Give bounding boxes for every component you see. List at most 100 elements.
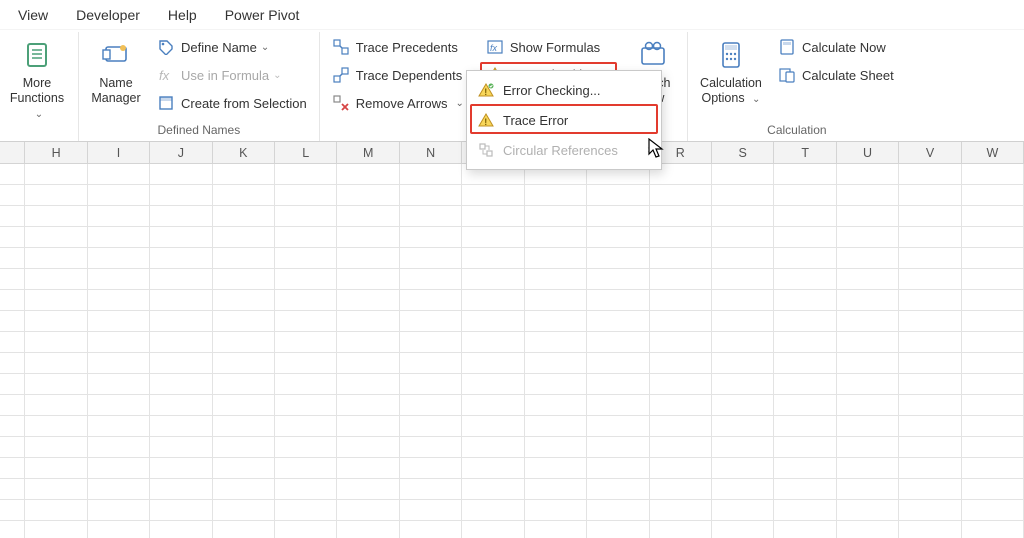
cell[interactable] xyxy=(650,269,712,290)
cell[interactable] xyxy=(400,437,462,458)
cell[interactable] xyxy=(213,332,275,353)
cell[interactable] xyxy=(587,311,649,332)
cell[interactable] xyxy=(962,185,1024,206)
cell[interactable] xyxy=(774,332,836,353)
cell[interactable] xyxy=(774,458,836,479)
cell[interactable] xyxy=(337,458,399,479)
cell[interactable] xyxy=(337,332,399,353)
cell[interactable] xyxy=(712,437,774,458)
cell[interactable] xyxy=(962,269,1024,290)
cell[interactable] xyxy=(650,437,712,458)
cell[interactable] xyxy=(962,206,1024,227)
menu-power-pivot[interactable]: Power Pivot xyxy=(215,3,310,27)
cell[interactable] xyxy=(837,332,899,353)
cell[interactable] xyxy=(25,374,87,395)
cell[interactable] xyxy=(337,311,399,332)
cell[interactable] xyxy=(899,206,961,227)
cell[interactable] xyxy=(837,311,899,332)
cell[interactable] xyxy=(712,500,774,521)
cell[interactable] xyxy=(650,311,712,332)
col-header[interactable]: I xyxy=(88,142,150,163)
cell[interactable] xyxy=(587,206,649,227)
menu-developer[interactable]: Developer xyxy=(66,3,150,27)
remove-arrows-button[interactable]: Remove Arrows ⌄ xyxy=(326,90,470,116)
cell[interactable] xyxy=(150,206,212,227)
cell[interactable] xyxy=(88,290,150,311)
cell[interactable] xyxy=(0,521,25,538)
cell[interactable] xyxy=(275,332,337,353)
cell[interactable] xyxy=(712,479,774,500)
cell[interactable] xyxy=(462,185,524,206)
cell[interactable] xyxy=(525,311,587,332)
cell[interactable] xyxy=(774,395,836,416)
cell[interactable] xyxy=(962,395,1024,416)
cell[interactable] xyxy=(150,290,212,311)
cell[interactable] xyxy=(837,206,899,227)
cell[interactable] xyxy=(962,332,1024,353)
cell[interactable] xyxy=(462,500,524,521)
cell[interactable] xyxy=(275,164,337,185)
cell[interactable] xyxy=(899,227,961,248)
cell[interactable] xyxy=(150,458,212,479)
cell[interactable] xyxy=(150,164,212,185)
cell[interactable] xyxy=(337,290,399,311)
cell[interactable] xyxy=(213,395,275,416)
cell[interactable] xyxy=(88,206,150,227)
col-header[interactable]: W xyxy=(962,142,1024,163)
cell[interactable] xyxy=(150,332,212,353)
cell[interactable] xyxy=(213,290,275,311)
cell[interactable] xyxy=(25,185,87,206)
cell[interactable] xyxy=(0,395,25,416)
cell[interactable] xyxy=(275,206,337,227)
cell[interactable] xyxy=(337,185,399,206)
cell[interactable] xyxy=(275,353,337,374)
cell[interactable] xyxy=(650,206,712,227)
cell[interactable] xyxy=(899,479,961,500)
cell[interactable] xyxy=(275,227,337,248)
cell[interactable] xyxy=(774,269,836,290)
cell[interactable] xyxy=(525,374,587,395)
trace-precedents-button[interactable]: Trace Precedents xyxy=(326,34,470,60)
cell[interactable] xyxy=(712,206,774,227)
dropdown-trace-error[interactable]: ! Trace Error xyxy=(467,105,661,135)
cell[interactable] xyxy=(774,248,836,269)
cell[interactable] xyxy=(0,290,25,311)
cell[interactable] xyxy=(275,416,337,437)
cell[interactable] xyxy=(587,353,649,374)
cell[interactable] xyxy=(400,332,462,353)
cell[interactable] xyxy=(650,290,712,311)
cell[interactable] xyxy=(712,185,774,206)
cell[interactable] xyxy=(337,521,399,538)
cell[interactable] xyxy=(462,395,524,416)
cell[interactable] xyxy=(88,521,150,538)
cell[interactable] xyxy=(462,458,524,479)
cell[interactable] xyxy=(25,500,87,521)
cell[interactable] xyxy=(25,521,87,538)
cell[interactable] xyxy=(88,395,150,416)
col-header[interactable]: T xyxy=(774,142,836,163)
cell[interactable] xyxy=(0,374,25,395)
cell[interactable] xyxy=(25,269,87,290)
cell[interactable] xyxy=(774,185,836,206)
cell[interactable] xyxy=(899,269,961,290)
cell[interactable] xyxy=(899,458,961,479)
col-header[interactable]: K xyxy=(213,142,275,163)
cell[interactable] xyxy=(400,311,462,332)
cell[interactable] xyxy=(25,332,87,353)
cell[interactable] xyxy=(275,479,337,500)
cell[interactable] xyxy=(899,290,961,311)
cell[interactable] xyxy=(88,269,150,290)
name-manager-button[interactable]: NameManager xyxy=(85,34,147,108)
cell[interactable] xyxy=(899,374,961,395)
cell[interactable] xyxy=(650,227,712,248)
col-header[interactable]: S xyxy=(712,142,774,163)
cell[interactable] xyxy=(88,437,150,458)
cell[interactable] xyxy=(525,416,587,437)
cell[interactable] xyxy=(275,521,337,538)
cell[interactable] xyxy=(275,500,337,521)
cell[interactable] xyxy=(400,206,462,227)
cell[interactable] xyxy=(213,311,275,332)
cell[interactable] xyxy=(525,353,587,374)
cell[interactable] xyxy=(525,248,587,269)
cell[interactable] xyxy=(462,290,524,311)
